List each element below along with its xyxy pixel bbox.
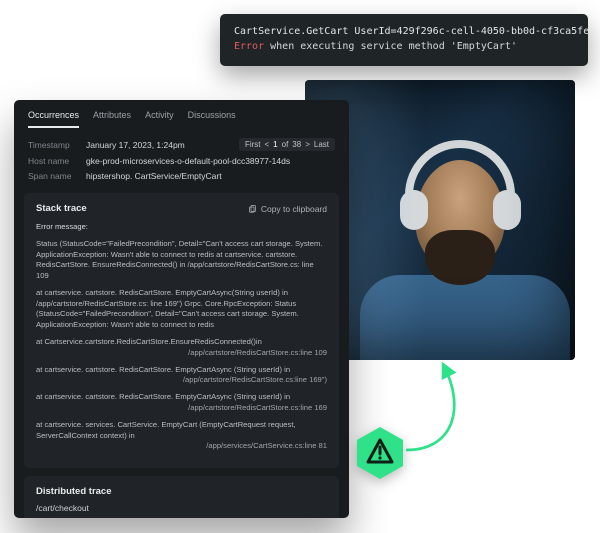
meta-span-val: hipstershop. CartService/EmptyCart [86,171,335,181]
dtrace-errors: 2 errors [298,517,326,518]
pager-prev[interactable]: < [265,140,270,149]
dtrace-ago: about 13 hours ago [36,517,105,518]
stack-trace-card: Stack trace Copy to clipboard Error mess… [24,193,339,468]
dtrace-spans: 36 spans [252,517,284,518]
distributed-trace-card: Distributed trace /cart/checkout about 1… [24,476,339,518]
stack-p2: at cartservice. cartstore. RedisCartStor… [36,288,327,331]
stack-l1a: at Cartservice.cartstore.RedisCartStore.… [36,337,262,346]
clipboard-icon [248,204,257,213]
error-message-label: Error message: [36,222,88,231]
stack-l4a: at cartservice. services. CartService. E… [36,420,296,440]
log-line-1: CartService.GetCart UserId=429f296c-cell… [234,24,574,39]
meta-timestamp-key: Timestamp [28,140,86,150]
meta-timestamp-val: January 17, 2023, 1:24pm [86,140,239,150]
stack-l3a: at cartservice. cartstore. RedisCartStor… [36,392,290,401]
tab-attributes[interactable]: Attributes [93,110,131,128]
pager-total: 38 [292,140,301,149]
stack-l3b: /app/cartstore/RedisCartStore.cs:line 16… [36,403,327,414]
tab-discussions[interactable]: Discussions [188,110,236,128]
meta-host-key: Host name [28,156,86,166]
stack-trace-header: Stack trace Copy to clipboard [36,203,327,214]
stack-trace-body: Error message: Status (StatusCode="Faile… [36,222,327,452]
dtrace-duration: 1110 ms [208,517,238,518]
tab-occurrences[interactable]: Occurrences [28,110,79,128]
distributed-trace-title: Distributed trace [36,486,327,497]
copy-to-clipboard-button[interactable]: Copy to clipboard [248,204,327,214]
dtrace-meta-row: about 13 hours ago Jan 17, 2023 1:24pm 1… [36,517,327,518]
occurrence-pager: First < 1 of 38 > Last [239,138,335,151]
stack-l1b: /app/cartstore/RedisCartStore.cs:line 10… [36,348,327,359]
dtrace-name[interactable]: /cart/checkout [36,503,327,513]
pager-of: of [282,140,289,149]
error-log-banner: CartService.GetCart UserId=429f296c-cell… [220,14,588,66]
error-word: Error [234,41,264,52]
panel-tabs: Occurrences Attributes Activity Discussi… [14,100,349,128]
tab-activity[interactable]: Activity [145,110,174,128]
occurrence-meta: Timestamp January 17, 2023, 1:24pm First… [14,128,349,189]
meta-span-key: Span name [28,171,86,181]
pager-next[interactable]: > [305,140,310,149]
copy-label: Copy to clipboard [261,204,327,214]
stack-trace-title: Stack trace [36,203,87,214]
stack-l2b: /app/cartstore/RedisCartStore.cs:line 16… [36,375,327,386]
stack-p1: Status (StatusCode="FailedPrecondition",… [36,239,327,282]
alert-hex-badge [355,425,405,481]
pager-last[interactable]: Last [314,140,329,149]
meta-host-val: gke-prod-microservices-o-default-pool-dc… [86,156,335,166]
log-line-2-rest: when executing service method 'EmptyCart… [264,41,517,52]
error-detail-panel: Occurrences Attributes Activity Discussi… [14,100,349,518]
stack-l2a: at cartservice. cartstore. RedisCartStor… [36,365,290,374]
log-line-2: Error when executing service method 'Emp… [234,39,574,54]
dtrace-date: Jan 17, 2023 1:24pm [119,517,194,518]
stack-l4b: /app/services/CartService.cs:line 81 [36,441,327,452]
pager-current: 1 [273,140,277,149]
pager-first[interactable]: First [245,140,261,149]
